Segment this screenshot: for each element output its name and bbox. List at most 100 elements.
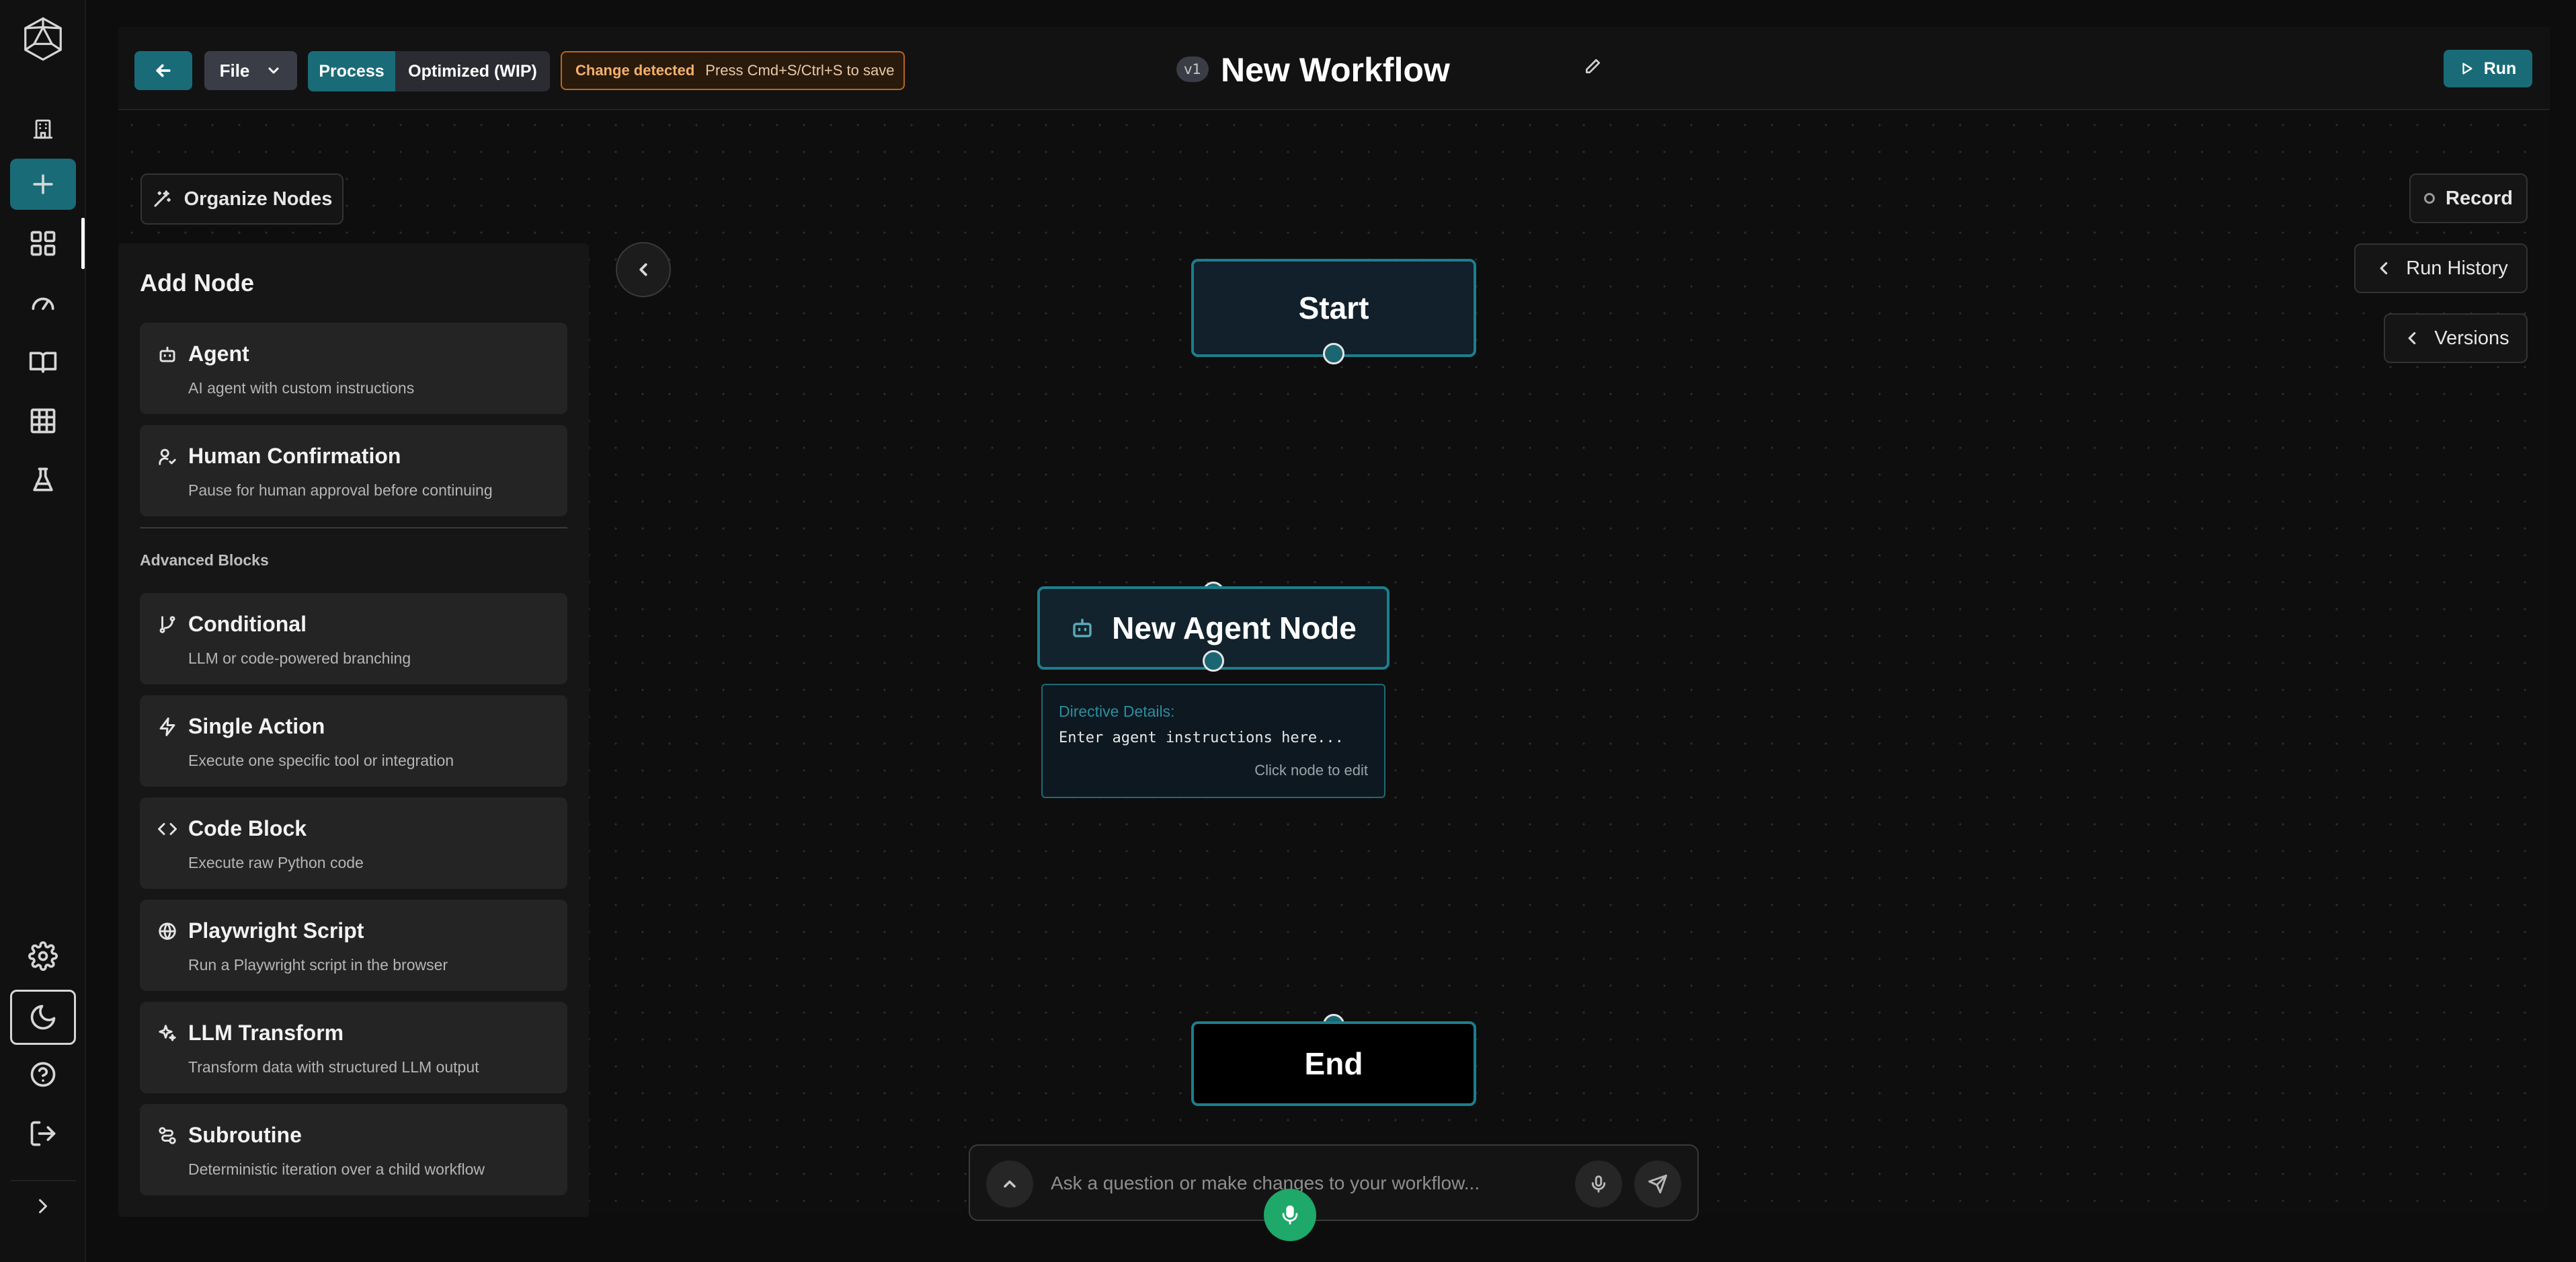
branch-icon bbox=[157, 615, 179, 636]
route-icon bbox=[157, 1126, 179, 1147]
pencil-icon[interactable] bbox=[1581, 55, 1604, 78]
gear-icon[interactable] bbox=[10, 931, 76, 982]
node-card-title: Single Action bbox=[188, 714, 325, 738]
node-card-desc: Deterministic iteration over a child wor… bbox=[188, 1160, 485, 1178]
change-detected-banner: Change detected Press Cmd+S/Ctrl+S to sa… bbox=[561, 51, 905, 90]
grid-icon[interactable] bbox=[10, 218, 76, 269]
plus-icon[interactable] bbox=[10, 159, 76, 210]
chevron-down-icon bbox=[268, 67, 279, 74]
node-card-title: Playwright Script bbox=[188, 918, 364, 943]
table-icon[interactable] bbox=[10, 395, 76, 446]
bolt-icon bbox=[157, 717, 179, 738]
node-card-desc: Pause for human approval before continui… bbox=[188, 481, 493, 499]
mic-button[interactable] bbox=[1575, 1160, 1622, 1208]
save-shortcut-hint: Press Cmd+S/Ctrl+S to save bbox=[705, 62, 895, 79]
panel-title: Add Node bbox=[140, 269, 254, 297]
node-card-desc: Execute one specific tool or integration bbox=[188, 752, 454, 769]
rail-active-indicator bbox=[81, 218, 85, 269]
chevron-up-icon bbox=[1004, 1180, 1016, 1188]
node-card-llm-transform[interactable]: LLM Transform Transform data with struct… bbox=[140, 1002, 567, 1093]
record-label: Record bbox=[2446, 187, 2513, 209]
agent-node-label: New Agent Node bbox=[1112, 610, 1357, 645]
microphone-icon bbox=[1591, 1175, 1606, 1193]
help-icon[interactable] bbox=[10, 1049, 76, 1100]
node-card-subroutine[interactable]: Subroutine Deterministic iteration over … bbox=[140, 1104, 567, 1195]
version-badge: v1 bbox=[1176, 56, 1209, 82]
mode-process-button[interactable]: Process bbox=[308, 51, 395, 91]
chevron-left-icon bbox=[2380, 262, 2388, 275]
node-card-desc: LLM or code-powered branching bbox=[188, 649, 411, 667]
mode-toggle: Process Optimized (WIP) bbox=[308, 51, 550, 91]
robot-icon bbox=[157, 344, 179, 366]
node-card-title: Human Confirmation bbox=[188, 444, 401, 468]
versions-button[interactable]: Versions bbox=[2384, 313, 2528, 363]
directive-text: Enter agent instructions here... bbox=[1059, 729, 1344, 746]
record-button[interactable]: Record bbox=[2409, 173, 2528, 223]
book-icon[interactable] bbox=[10, 336, 76, 387]
file-menu-label: File bbox=[219, 60, 250, 81]
workflow-title: New Workflow bbox=[1221, 51, 1450, 89]
run-button[interactable]: Run bbox=[2444, 50, 2532, 87]
node-card-title: Subroutine bbox=[188, 1123, 302, 1147]
directive-edit-hint: Click node to edit bbox=[1254, 762, 1368, 779]
end-node[interactable]: End bbox=[1191, 1021, 1476, 1106]
voice-mode-button[interactable] bbox=[1264, 1189, 1316, 1241]
building-icon[interactable] bbox=[10, 104, 76, 155]
robot-icon bbox=[1073, 619, 1092, 637]
node-card-human-confirmation[interactable]: Human Confirmation Pause for human appro… bbox=[140, 425, 567, 516]
node-card-code-block[interactable]: Code Block Execute raw Python code bbox=[140, 797, 567, 889]
node-card-title: Agent bbox=[188, 342, 249, 366]
organize-nodes-button[interactable]: Organize Nodes bbox=[140, 173, 344, 225]
top-bar: File Process Optimized (WIP) Change dete… bbox=[118, 27, 2550, 110]
panel-divider bbox=[140, 527, 567, 528]
node-card-title: Code Block bbox=[188, 816, 307, 840]
node-card-desc: Transform data with structured LLM outpu… bbox=[188, 1058, 479, 1076]
send-button[interactable] bbox=[1634, 1160, 1681, 1208]
mode-optimized-button[interactable]: Optimized (WIP) bbox=[395, 51, 550, 91]
start-output-handle[interactable] bbox=[1323, 343, 1344, 364]
logout-icon[interactable] bbox=[10, 1108, 76, 1159]
collapse-panel-button[interactable] bbox=[616, 242, 671, 297]
add-node-panel: Add Node Agent AI agent with custom inst… bbox=[118, 243, 589, 1217]
icon-rail bbox=[0, 0, 86, 1262]
change-detected-title: Change detected bbox=[575, 62, 695, 79]
node-card-desc: Run a Playwright script in the browser bbox=[188, 956, 448, 974]
versions-label: Versions bbox=[2434, 327, 2509, 349]
flask-icon[interactable] bbox=[10, 455, 76, 506]
start-node-label: Start bbox=[1298, 290, 1369, 325]
end-node-label: End bbox=[1304, 1046, 1363, 1081]
user-check-icon bbox=[157, 446, 179, 468]
directive-label: Directive Details: bbox=[1059, 703, 1175, 720]
record-dot-icon bbox=[2424, 193, 2436, 204]
run-label: Run bbox=[2483, 58, 2517, 78]
moon-icon[interactable] bbox=[10, 990, 76, 1045]
node-card-playwright-script[interactable]: Playwright Script Run a Playwright scrip… bbox=[140, 900, 567, 991]
magic-wand-icon bbox=[154, 190, 171, 207]
advanced-blocks-heading: Advanced Blocks bbox=[140, 551, 269, 569]
node-card-agent[interactable]: Agent AI agent with custom instructions bbox=[140, 323, 567, 414]
node-card-desc: Execute raw Python code bbox=[188, 854, 364, 871]
chevron-left-icon bbox=[639, 263, 647, 276]
arrow-left-icon bbox=[156, 64, 171, 77]
send-icon bbox=[1648, 1175, 1667, 1193]
organize-nodes-label: Organize Nodes bbox=[184, 188, 333, 210]
node-card-conditional[interactable]: Conditional LLM or code-powered branchin… bbox=[140, 593, 567, 684]
code-icon bbox=[157, 819, 179, 840]
node-card-title: Conditional bbox=[188, 612, 307, 636]
sparkles-icon bbox=[157, 1023, 179, 1045]
node-card-desc: AI agent with custom instructions bbox=[188, 379, 415, 397]
run-history-button[interactable]: Run History bbox=[2354, 243, 2528, 293]
chevron-left-icon bbox=[2409, 331, 2416, 345]
expand-chat-button[interactable] bbox=[986, 1160, 1033, 1208]
node-card-single-action[interactable]: Single Action Execute one specific tool … bbox=[140, 695, 567, 787]
microphone-icon bbox=[1282, 1205, 1298, 1225]
chevron-right-icon[interactable] bbox=[10, 1180, 76, 1231]
gauge-icon[interactable] bbox=[10, 277, 76, 328]
back-button[interactable] bbox=[134, 51, 192, 90]
logo-icon[interactable] bbox=[10, 13, 76, 65]
file-menu-button[interactable]: File bbox=[204, 51, 297, 90]
run-history-label: Run History bbox=[2406, 257, 2508, 279]
node-card-title: LLM Transform bbox=[188, 1021, 344, 1045]
directive-details-card[interactable]: Directive Details: Enter agent instructi… bbox=[1041, 684, 1385, 798]
agent-output-handle[interactable] bbox=[1203, 650, 1224, 672]
